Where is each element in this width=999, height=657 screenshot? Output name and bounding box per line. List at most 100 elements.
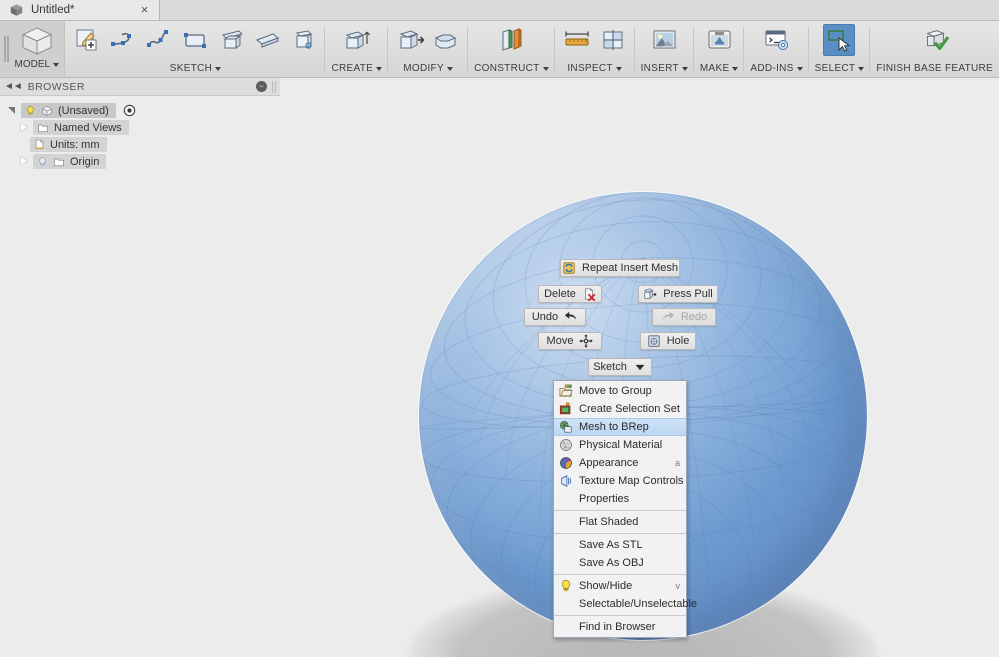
rectangle-icon <box>184 33 207 48</box>
context-menu-item-physical-material[interactable]: Physical Material <box>554 436 686 454</box>
extrude-button[interactable] <box>341 24 373 56</box>
collapse-left-icon[interactable]: ◄◄ <box>4 81 23 92</box>
tree-item-pill: (Unsaved) <box>21 103 116 118</box>
panel-label-finish[interactable]: FINISH BASE FEATURE <box>876 63 993 75</box>
lightbulb-icon <box>561 580 571 592</box>
ribbon-panel-inspect: INSPECT <box>555 21 635 77</box>
select-window-icon <box>828 30 851 52</box>
make-tools <box>703 24 735 58</box>
marking-menu-undo[interactable]: Undo <box>524 308 586 326</box>
offset-plane-button[interactable] <box>215 24 247 56</box>
panel-label-select[interactable]: SELECT <box>815 63 865 75</box>
finish-base-feature-button[interactable] <box>919 24 951 56</box>
panel-label-construct[interactable]: CONSTRUCT <box>474 63 549 75</box>
workspace-switcher[interactable]: MODEL <box>9 21 66 77</box>
lightbulb-icon[interactable] <box>37 156 48 168</box>
select-window-button[interactable] <box>823 24 856 56</box>
browser-header: ◄◄ BROWSER − <box>0 78 280 96</box>
context-menu-item-save-as-obj[interactable]: Save As OBJ <box>554 554 686 572</box>
context-menu-item-mesh-to-brep[interactable]: Mesh to BRep <box>554 418 686 436</box>
context-menu-item-appearance[interactable]: Appearance a <box>554 454 686 472</box>
context-menu-item-flat-shaded[interactable]: Flat Shaded <box>554 513 686 531</box>
panel-label-create[interactable]: CREATE <box>331 63 383 75</box>
chevron-down-icon <box>542 67 549 71</box>
tree-item-pill: Units: mm <box>30 137 107 152</box>
move-to-group-icon <box>559 384 573 397</box>
chevron-down-icon <box>858 67 865 71</box>
context-menu-item-find-in-browser[interactable]: Find in Browser <box>554 618 686 636</box>
create-tools <box>341 24 373 58</box>
panel-label-insert[interactable]: INSERT <box>641 63 688 75</box>
marking-menu-hole[interactable]: Hole <box>640 332 696 350</box>
section-analysis-button[interactable] <box>597 24 629 56</box>
ribbon-grip[interactable] <box>0 21 10 77</box>
marking-menu-move[interactable]: Move <box>538 332 602 350</box>
extrude-icon <box>345 31 370 49</box>
box-icon <box>296 30 313 49</box>
panel-resize-handle[interactable] <box>272 80 276 93</box>
context-menu-item-save-as-stl[interactable]: Save As STL <box>554 536 686 554</box>
sketch-tools <box>71 24 319 58</box>
context-menu-label: Find in Browser <box>579 621 656 633</box>
panel-label-text: MODIFY <box>403 63 444 74</box>
context-menu-item-create-selection-set[interactable]: Create Selection Set <box>554 400 686 418</box>
marking-menu-repeat-insert-mesh[interactable]: Repeat Insert Mesh <box>560 259 680 277</box>
fusion360-window: Untitled* × MODEL SKETCH CREATE MODIFY C… <box>0 0 999 657</box>
document-tab[interactable]: Untitled* × <box>0 0 160 20</box>
repeat-icon <box>563 262 575 274</box>
marking-menu-sketch[interactable]: Sketch <box>588 358 652 376</box>
tree-item-units[interactable]: Units: mm <box>0 136 280 153</box>
lightbulb-icon[interactable] <box>25 105 36 117</box>
create-sketch-button[interactable] <box>71 24 103 56</box>
expand-arrow-down-icon[interactable] <box>8 106 17 115</box>
rectangle-button[interactable] <box>179 24 211 56</box>
marking-menu-label: Sketch <box>593 361 627 373</box>
tree-item-unsaved[interactable]: (Unsaved) <box>0 102 280 119</box>
context-menu-label: Appearance <box>579 457 639 469</box>
chevron-down-icon <box>615 67 622 71</box>
context-menu-item-show-hide[interactable]: Show/Hide v <box>554 577 686 595</box>
marking-menu-label: Delete <box>544 288 576 300</box>
line-button[interactable] <box>107 24 139 56</box>
construct-plane-button[interactable] <box>495 24 527 56</box>
scripts-addins-icon <box>765 30 788 51</box>
scripts-addins-button[interactable] <box>761 24 793 56</box>
box-button[interactable] <box>287 24 319 56</box>
context-menu[interactable]: Move to Group Create Selection Set Mesh … <box>553 380 697 638</box>
context-menu-item-selectable-unselectable[interactable]: Selectable/Unselectable <box>554 595 697 613</box>
no-icon-spacer <box>559 597 573 611</box>
measure-button[interactable] <box>561 24 593 56</box>
tree-item-pill: Origin <box>33 154 107 169</box>
insert-image-button[interactable] <box>648 24 680 56</box>
tree-item-origin[interactable]: Origin <box>0 153 280 170</box>
panel-label-modify[interactable]: MODIFY <box>403 63 453 75</box>
panel-label-inspect[interactable]: INSPECT <box>567 63 622 75</box>
tree-item-named-views[interactable]: Named Views <box>0 119 280 136</box>
marking-menu-delete[interactable]: Delete <box>538 285 602 303</box>
context-menu-item-move-to-group[interactable]: Move to Group <box>554 382 686 400</box>
panel-label-addins[interactable]: ADD-INS <box>750 63 803 75</box>
plane-button[interactable] <box>251 24 283 56</box>
document-tab-title: Untitled* <box>31 4 75 16</box>
expand-arrow-right-icon[interactable] <box>20 123 29 132</box>
marking-menu-label: Undo <box>531 311 559 323</box>
press-pull-button[interactable] <box>394 24 426 56</box>
document-tab-bar: Untitled* × <box>0 0 999 21</box>
close-icon[interactable]: × <box>138 3 151 17</box>
hole-icon <box>648 335 660 347</box>
context-menu-item-texture-map-controls[interactable]: Texture Map Controls <box>554 472 686 490</box>
activate-radio-icon[interactable] <box>123 104 136 117</box>
context-menu-item-properties[interactable]: Properties <box>554 490 686 508</box>
panel-label-make[interactable]: MAKE <box>700 63 739 75</box>
spline-button[interactable] <box>143 24 175 56</box>
marking-menu-press-pull[interactable]: Press Pull <box>638 285 718 303</box>
3d-print-button[interactable] <box>703 24 735 56</box>
panel-label-sketch[interactable]: SKETCH <box>170 63 222 75</box>
3d-print-icon <box>708 30 731 49</box>
expand-arrow-right-icon[interactable] <box>20 157 29 166</box>
marking-menu-label: Repeat Insert Mesh <box>582 262 678 274</box>
combine-button[interactable] <box>430 24 462 56</box>
minus-circle-icon[interactable]: − <box>256 81 267 92</box>
model-cube-icon <box>21 27 52 55</box>
tree-item-label: (Unsaved) <box>58 104 109 117</box>
